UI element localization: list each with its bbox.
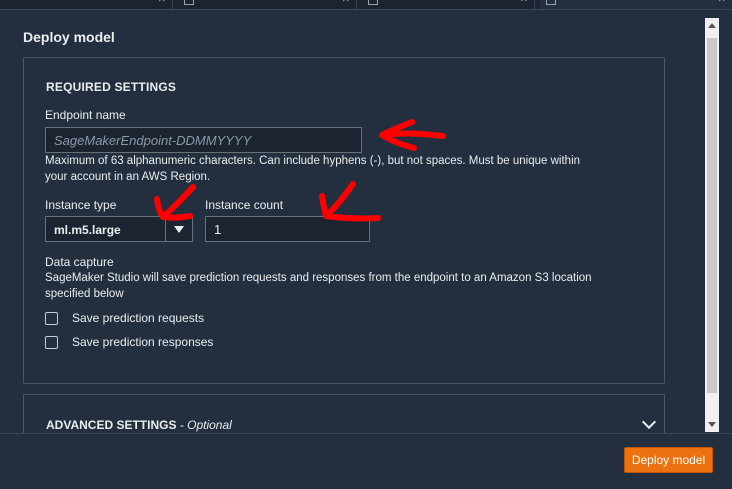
tab-deploy[interactable]: ✕ bbox=[540, 0, 732, 9]
instance-type-value: ml.m5.large bbox=[54, 223, 121, 237]
instance-count-input[interactable]: 1 bbox=[205, 216, 370, 242]
instance-type-select[interactable]: ml.m5.large bbox=[45, 216, 193, 242]
endpoint-name-label: Endpoint name bbox=[45, 108, 126, 122]
file-icon bbox=[368, 0, 378, 5]
scroll-down-arrow-icon[interactable] bbox=[708, 422, 716, 427]
save-responses-label: Save prediction responses bbox=[72, 335, 214, 349]
chevron-down-icon[interactable] bbox=[641, 414, 657, 430]
instance-type-label: Instance type bbox=[45, 198, 117, 212]
required-settings-panel: REQUIRED SETTINGS Endpoint name SageMake… bbox=[23, 57, 665, 384]
close-icon[interactable]: ✕ bbox=[342, 0, 350, 5]
scrollbar[interactable] bbox=[705, 18, 719, 432]
file-icon bbox=[546, 0, 556, 5]
dropdown-caret-icon bbox=[174, 226, 184, 233]
page-title: Deploy model bbox=[23, 29, 115, 45]
endpoint-name-hint: Maximum of 63 alphanumeric characters. C… bbox=[45, 155, 581, 183]
close-icon[interactable]: ✕ bbox=[718, 0, 726, 5]
close-icon[interactable]: ✕ bbox=[520, 0, 528, 5]
tab-bar: ✕ ✕ ✕ ✕ bbox=[0, 0, 732, 10]
tab-1[interactable]: ✕ bbox=[0, 0, 173, 9]
dropdown-caret-button[interactable] bbox=[165, 217, 192, 241]
endpoint-name-input[interactable]: SageMakerEndpoint-DDMMYYYY bbox=[45, 127, 362, 153]
save-requests-label: Save prediction requests bbox=[72, 311, 205, 325]
save-responses-row[interactable]: Save prediction responses bbox=[45, 335, 213, 349]
dialog-footer: Deploy model bbox=[0, 433, 732, 489]
close-icon[interactable]: ✕ bbox=[158, 0, 166, 5]
section-title: REQUIRED SETTINGS bbox=[46, 80, 177, 94]
advanced-settings-title: ADVANCED SETTINGS - Optional bbox=[46, 418, 232, 432]
tab-3[interactable]: ✕ bbox=[362, 0, 535, 9]
scroll-thumb[interactable] bbox=[707, 38, 717, 393]
advanced-settings-header[interactable]: ADVANCED SETTINGS - Optional bbox=[23, 394, 665, 435]
scroll-up-arrow-icon[interactable] bbox=[708, 23, 716, 28]
save-requests-row[interactable]: Save prediction requests bbox=[45, 311, 204, 325]
data-capture-description: SageMaker Studio will save prediction re… bbox=[45, 272, 592, 300]
file-icon bbox=[184, 0, 194, 5]
data-capture-label: Data capture bbox=[45, 255, 114, 269]
tab-2[interactable]: ✕ bbox=[178, 0, 357, 9]
instance-count-label: Instance count bbox=[205, 198, 284, 212]
save-responses-checkbox[interactable] bbox=[45, 335, 58, 349]
save-requests-checkbox[interactable] bbox=[45, 311, 58, 325]
deploy-model-button[interactable]: Deploy model bbox=[624, 447, 713, 473]
